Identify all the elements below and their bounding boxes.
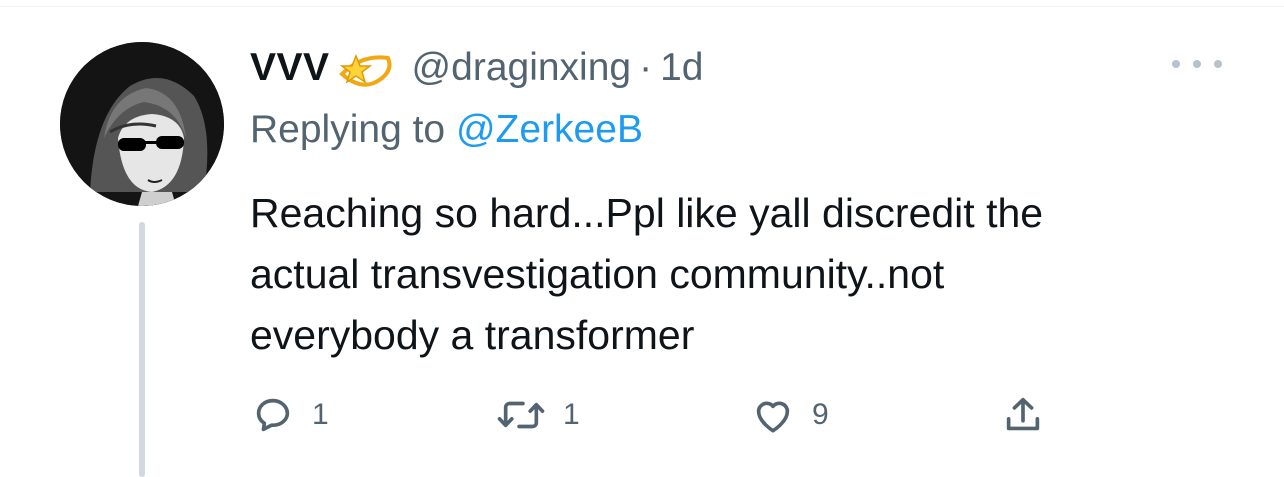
replying-to-label: Replying to xyxy=(250,108,446,151)
timestamp[interactable]: 1d xyxy=(660,46,703,90)
tweet-actions: 1 1 9 xyxy=(250,390,1070,440)
share-icon xyxy=(1006,397,1040,431)
avatar[interactable] xyxy=(60,42,224,206)
reply-button[interactable]: 1 xyxy=(250,390,329,440)
like-icon xyxy=(756,401,790,433)
share-button[interactable] xyxy=(1000,390,1046,440)
top-divider xyxy=(0,6,1284,7)
tweet-header: VVV @draginxing · 1d xyxy=(250,38,703,98)
tweet-text-line: everybody a transformer xyxy=(250,312,695,358)
replying-to: Replying to @ZerkeeB xyxy=(250,108,643,152)
thread-line xyxy=(139,222,145,477)
replying-to-mention[interactable]: @ZerkeeB xyxy=(456,108,643,151)
like-count: 9 xyxy=(812,398,829,431)
display-name[interactable]: VVV xyxy=(250,46,330,90)
reply-icon xyxy=(256,398,290,432)
separator-dot: · xyxy=(639,46,653,89)
retweet-count: 1 xyxy=(563,398,580,431)
retweet-button[interactable]: 1 xyxy=(495,390,580,440)
retweet-icon xyxy=(497,401,545,429)
tweet-text-line: actual transvestigation community..not xyxy=(250,251,945,297)
more-icon[interactable] xyxy=(1172,52,1222,76)
reply-count: 1 xyxy=(312,398,329,431)
tweet-text: Reaching so hard...Ppl like yall discred… xyxy=(250,183,1260,366)
dizzy-star-emoji-icon xyxy=(336,44,396,92)
handle[interactable]: @draginxing xyxy=(412,46,632,90)
like-button[interactable]: 9 xyxy=(750,390,829,440)
tweet-text-line: Reaching so hard...Ppl like yall discred… xyxy=(250,190,1044,236)
